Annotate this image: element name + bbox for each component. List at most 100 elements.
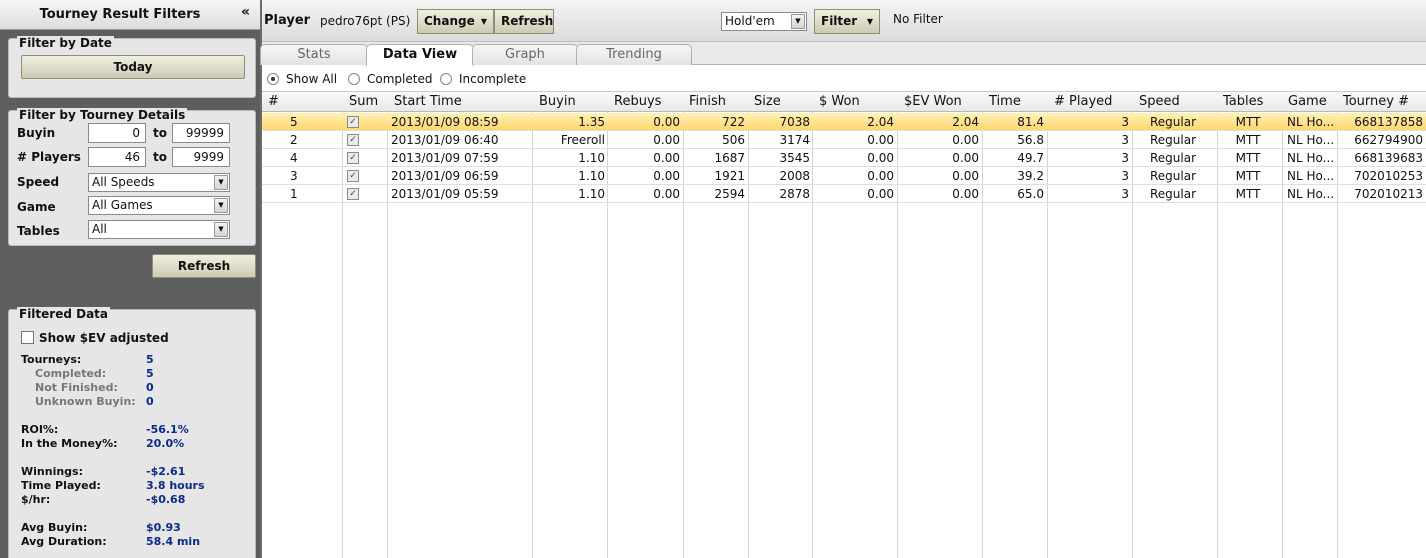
sidebar-title: Tourney Result Filters <box>39 7 201 22</box>
filter-by-details-panel: Filter by Tourney Details Buyin 0 to 999… <box>8 108 256 246</box>
chevron-down-icon[interactable]: ▼ <box>214 198 228 213</box>
table-cell: 1687 <box>714 151 745 165</box>
table-cell: 0.00 <box>653 151 680 165</box>
table-row[interactable]: 3 ✓ 2013/01/09 06:59 1.10 0.00 1921 2008 0.00 0.… <box>262 167 1426 185</box>
tourney-results-table: # Sum Start Time Buyin Rebuys Finish Siz… <box>262 92 1426 558</box>
speed-value: All Speeds <box>92 175 155 189</box>
table-cell: 2008 <box>779 169 810 183</box>
column-header[interactable]: Size <box>754 94 781 109</box>
dropdown-arrow-icon: ▼ <box>480 17 487 26</box>
ev-adjusted-label: Show $EV adjusted <box>39 331 169 345</box>
table-cell: 49.7 <box>1017 151 1044 165</box>
table-cell: 2013/01/09 06:59 <box>391 169 499 183</box>
column-header[interactable]: Game <box>1288 94 1327 109</box>
stat-label: In the Money%: <box>21 437 118 450</box>
table-cell: 668139683 <box>1354 151 1423 165</box>
table-cell: 1.10 <box>578 169 605 183</box>
table-cell: Regular <box>1149 151 1197 165</box>
table-cell: 0.00 <box>653 187 680 201</box>
filter-button[interactable]: Filter ▼ <box>814 9 880 34</box>
chevron-down-icon[interactable]: ▼ <box>214 222 228 237</box>
buyin-max-input[interactable]: 99999 <box>172 123 230 143</box>
column-header[interactable]: $EV Won <box>904 94 962 109</box>
tab-data-view[interactable]: Data View <box>366 44 474 66</box>
change-player-button[interactable]: Change ▼ <box>417 9 494 34</box>
stat-value: 0 <box>146 381 154 394</box>
today-button[interactable]: Today <box>21 55 245 79</box>
table-cell: 0.00 <box>952 151 979 165</box>
tab-graph[interactable]: Graph <box>472 44 578 65</box>
refresh-filters-button[interactable]: Refresh <box>152 254 256 278</box>
table-cell: NL Ho... <box>1287 187 1335 201</box>
table-cell: 0.00 <box>952 169 979 183</box>
stat-label: Unknown Buyin: <box>35 395 136 408</box>
table-cell: 2594 <box>714 187 745 201</box>
show-all-radio[interactable] <box>267 73 279 85</box>
column-header[interactable]: Tourney # <box>1343 94 1409 109</box>
game-label: Game <box>17 200 56 214</box>
table-row[interactable]: 4 ✓ 2013/01/09 07:59 1.10 0.00 1687 3545 0.00 0.… <box>262 149 1426 167</box>
table-cell: 2013/01/09 05:59 <box>391 187 499 201</box>
column-header[interactable]: Speed <box>1139 94 1180 109</box>
completed-radio[interactable] <box>348 73 360 85</box>
table-cell: 1921 <box>714 169 745 183</box>
table-cell: 702010253 <box>1354 169 1423 183</box>
sum-checkbox[interactable]: ✓ <box>347 116 359 128</box>
table-cell: 3 <box>1121 169 1129 183</box>
player-toolbar: Player pedro76pt (PS) Change ▼ Refresh H… <box>262 0 1426 42</box>
tab-stats[interactable]: Stats <box>260 44 368 65</box>
column-header[interactable]: Finish <box>689 94 726 109</box>
sum-checkbox[interactable]: ✓ <box>347 134 359 146</box>
stat-value: 0 <box>146 395 154 408</box>
table-cell: 1.10 <box>578 187 605 201</box>
chevron-down-icon[interactable]: ▼ <box>214 175 228 190</box>
table-cell: 2.04 <box>952 115 979 129</box>
table-cell: 3 <box>1121 115 1129 129</box>
panel-title: Filter by Date <box>17 36 114 50</box>
table-cell: NL Ho... <box>1287 133 1335 147</box>
table-row[interactable]: 5 ✓ 2013/01/09 08:59 1.35 0.00 722 7038 2.04 2.0… <box>262 113 1426 131</box>
filter-by-date-panel: Filter by Date Today <box>8 36 256 98</box>
sum-checkbox[interactable]: ✓ <box>347 170 359 182</box>
players-min-input[interactable]: 46 <box>88 147 146 167</box>
chevron-down-icon[interactable]: ▼ <box>791 14 805 29</box>
game-type-select[interactable]: Hold'em ▼ <box>721 12 807 31</box>
column-header[interactable]: Sum <box>349 94 378 109</box>
table-cell: Regular <box>1149 115 1197 129</box>
filtered-data-panel: Filtered Data Show $EV adjusted Tourneys… <box>8 307 256 558</box>
speed-label: Speed <box>17 175 60 189</box>
column-header[interactable]: Time <box>989 94 1021 109</box>
incomplete-radio[interactable] <box>440 73 452 85</box>
column-header[interactable]: $ Won <box>819 94 860 109</box>
to-label: to <box>153 150 167 164</box>
sum-checkbox[interactable]: ✓ <box>347 152 359 164</box>
speed-select[interactable]: All Speeds ▼ <box>88 173 230 192</box>
tables-select[interactable]: All ▼ <box>88 220 230 239</box>
game-select[interactable]: All Games ▼ <box>88 196 230 215</box>
ev-adjusted-checkbox[interactable] <box>21 331 34 344</box>
column-header[interactable]: Rebuys <box>614 94 661 109</box>
sum-checkbox[interactable]: ✓ <box>347 188 359 200</box>
table-cell: 3174 <box>779 133 810 147</box>
tab-trending[interactable]: Trending <box>576 44 692 65</box>
column-header[interactable]: Buyin <box>539 94 576 109</box>
stat-label: Time Played: <box>21 479 101 492</box>
column-header[interactable]: # <box>268 94 279 109</box>
show-all-label: Show All <box>286 72 338 86</box>
refresh-button[interactable]: Refresh <box>494 9 554 34</box>
table-row[interactable]: 2 ✓ 2013/01/09 06:40 Freeroll 0.00 506 3174 0.0… <box>262 131 1426 149</box>
buyin-min-input[interactable]: 0 <box>88 123 146 143</box>
table-cell: 0.00 <box>867 169 894 183</box>
column-header[interactable]: Start Time <box>394 94 462 109</box>
players-label: # Players <box>17 150 81 164</box>
table-cell: 3545 <box>779 151 810 165</box>
column-header[interactable]: Tables <box>1223 94 1263 109</box>
table-cell: 0.00 <box>653 133 680 147</box>
stat-label: Not Finished: <box>35 381 118 394</box>
column-header[interactable]: # Played <box>1054 94 1112 109</box>
stat-value: -56.1% <box>146 423 189 436</box>
table-row[interactable]: 1 ✓ 2013/01/09 05:59 1.10 0.00 2594 2878 0.00 0.… <box>262 185 1426 203</box>
players-max-input[interactable]: 9999 <box>172 147 230 167</box>
collapse-icon[interactable]: « <box>241 4 250 20</box>
panel-title: Filter by Tourney Details <box>17 108 188 122</box>
